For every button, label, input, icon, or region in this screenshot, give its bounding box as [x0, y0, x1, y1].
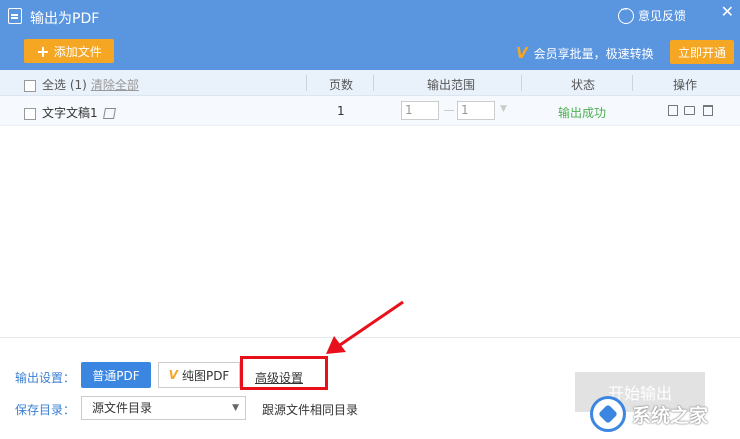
row-checkbox[interactable]	[24, 107, 36, 120]
range-separator	[444, 110, 454, 111]
trash-icon[interactable]	[703, 105, 713, 116]
status-text: 输出成功	[558, 106, 607, 120]
image-pdf-label: 纯图PDF	[181, 368, 230, 383]
vip-v-icon: V	[168, 368, 178, 382]
image-pdf-button[interactable]: V 纯图PDF	[158, 362, 240, 388]
column-header-range: 输出范围	[427, 78, 476, 92]
range-to-input[interactable]: 1	[457, 101, 495, 120]
plus-icon: +	[36, 41, 50, 61]
save-dir-label: 保存目录：	[15, 403, 76, 417]
watermark-text: 系统之家	[632, 404, 709, 427]
window-title: 输出为PDF	[30, 11, 100, 27]
normal-pdf-button[interactable]: 普通PDF	[81, 362, 151, 388]
highlight-box	[240, 356, 328, 390]
chevron-down-icon[interactable]: ▼	[500, 104, 507, 114]
column-header-actions: 操作	[673, 78, 698, 92]
table-row: 文字文稿1 1 1 1 ▼ 输出成功	[0, 96, 740, 126]
toolbar: + 添加文件 V 会员享批量，极速转换 立即开通	[0, 34, 740, 70]
range-from-input[interactable]: 1	[401, 101, 439, 120]
edit-icon[interactable]	[102, 108, 116, 119]
column-divider	[373, 75, 374, 91]
column-divider	[521, 75, 522, 91]
clear-all-link[interactable]: 清除全部	[91, 78, 139, 92]
open-vip-button[interactable]: 立即开通	[670, 40, 734, 64]
chat-bubble-icon	[618, 5, 634, 24]
select-all-checkbox[interactable]	[24, 79, 36, 92]
save-dir-value: 源文件目录	[92, 401, 153, 415]
column-header-status: 状态	[571, 78, 596, 92]
select-all: 全选 (1) 清除全部	[24, 76, 139, 93]
page-count: 1	[337, 104, 345, 118]
folder-icon[interactable]	[684, 106, 695, 115]
document-icon[interactable]	[668, 105, 678, 116]
file-name: 文字文稿1	[42, 106, 98, 120]
add-file-label: 添加文件	[53, 44, 102, 59]
save-dir-hint: 跟源文件相同目录	[262, 403, 359, 417]
file-table-header: 全选 (1) 清除全部 页数 输出范围 状态 操作	[0, 70, 740, 96]
select-all-label: 全选 (1)	[42, 78, 87, 92]
watermark: 系统之家	[590, 392, 736, 436]
promo-text: 会员享批量，极速转换	[533, 46, 654, 61]
chevron-down-icon: ▼	[232, 403, 239, 413]
close-icon[interactable]: ✕	[721, 2, 734, 21]
title-bar: 输出为PDF 意见反馈 ✕	[0, 0, 740, 34]
vip-promo: V 会员享批量，极速转换	[516, 44, 654, 62]
file-cell: 文字文稿1	[24, 104, 116, 121]
output-settings-label: 输出设置：	[15, 371, 76, 385]
column-header-pages: 页数	[329, 78, 354, 92]
column-divider	[632, 75, 633, 91]
feedback-link[interactable]: 意见反馈	[618, 5, 687, 24]
pdf-document-icon	[8, 8, 22, 24]
add-file-button[interactable]: + 添加文件	[24, 39, 114, 63]
watermark-logo-icon	[590, 396, 626, 432]
save-dir-select[interactable]: 源文件目录 ▼	[81, 396, 246, 420]
feedback-label: 意见反馈	[638, 9, 687, 23]
column-divider	[306, 75, 307, 91]
vip-v-icon: V	[516, 44, 528, 62]
